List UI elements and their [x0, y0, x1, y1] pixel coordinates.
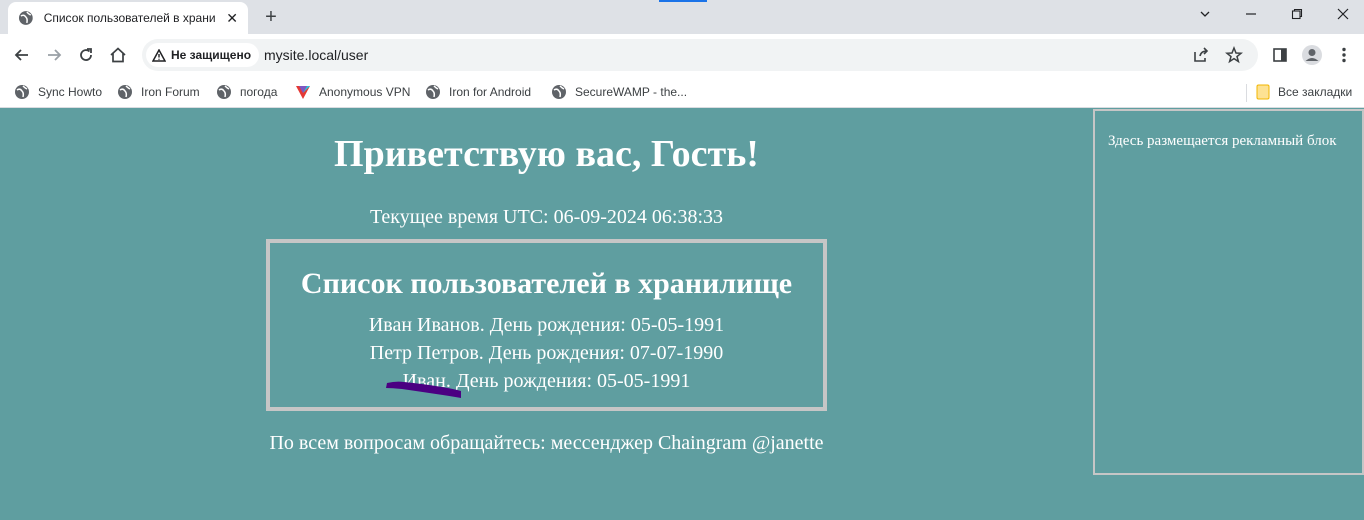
more-vert-icon: [1342, 47, 1346, 63]
greeting-heading: Приветствую вас, Гость!: [334, 133, 759, 175]
all-bookmarks-label: Все закладки: [1278, 85, 1353, 99]
bookmark-securewamp[interactable]: SecureWAMP - the...: [551, 82, 687, 102]
warning-icon: [152, 48, 166, 62]
tab-strip: Список пользователей в храни ✕ +: [0, 0, 1364, 34]
bookmark-label: Sync Howto: [38, 85, 103, 99]
chevron-down-icon[interactable]: [1190, 4, 1220, 26]
reload-button[interactable]: [74, 43, 98, 67]
bookmark-iron-for-android[interactable]: Iron for Android: [425, 82, 531, 102]
ad-block-text: Здесь размещается рекламный блок: [1108, 133, 1337, 149]
tab-title: Список пользователей в храни: [43, 11, 216, 25]
arrow-left-icon: [14, 49, 28, 61]
bookmark-label: погода: [240, 85, 278, 99]
user-list-box: Список пользователей в хранилище Иван Ив…: [266, 239, 827, 411]
close-window-icon[interactable]: [1328, 4, 1358, 26]
bookmark-label: Anonymous VPN: [319, 85, 411, 99]
page-content: Приветствую вас, Гость! Текущее время UT…: [0, 109, 1364, 520]
home-button[interactable]: [106, 43, 130, 67]
address-bar[interactable]: Не защищено mysite.local/user: [142, 39, 1258, 71]
side-panel-icon: [1273, 48, 1287, 62]
forward-button[interactable]: [42, 43, 66, 67]
side-panel-button[interactable]: [1268, 43, 1292, 67]
bookmark-label: Iron Forum: [141, 85, 200, 99]
bookmark-label: SecureWAMP - the...: [575, 85, 688, 99]
contact-footer: По всем вопросам обращайтесь: мессенджер…: [269, 432, 824, 454]
globe-icon: [217, 85, 231, 99]
list-item: Иван Иванов. День рождения: 05-05-1991: [368, 314, 725, 336]
bookmarks-bar: Sync Howto Iron Forum погода Anonymous V…: [0, 76, 1364, 108]
share-icon[interactable]: [1192, 46, 1210, 64]
folder-icon: [1256, 84, 1270, 100]
globe-icon: [18, 11, 33, 25]
star-icon[interactable]: [1225, 46, 1243, 64]
reload-icon: [80, 48, 92, 61]
vpn-icon: [296, 86, 310, 99]
url-text[interactable]: mysite.local/user: [264, 47, 368, 63]
tab-strip-accent: [659, 0, 707, 2]
bookmark-sync-howto[interactable]: Sync Howto: [14, 82, 102, 102]
bookmarks-divider: [1246, 84, 1247, 102]
minimize-icon[interactable]: [1236, 4, 1266, 26]
bookmark-anonymous-vpn[interactable]: Anonymous VPN: [295, 82, 410, 102]
globe-icon: [552, 85, 566, 99]
new-tab-button[interactable]: +: [260, 6, 282, 28]
user-list: Иван Иванов. День рождения: 05-05-1991 П…: [270, 311, 823, 395]
avatar-icon: [1302, 45, 1322, 65]
all-bookmarks-button[interactable]: Все закладки: [1256, 82, 1352, 102]
list-item: Иван. День рождения: 05-05-1991: [402, 370, 691, 392]
list-item: Петр Петров. День рождения: 07-07-1990: [369, 342, 724, 364]
home-icon: [110, 47, 126, 63]
arrow-right-icon: [48, 49, 62, 61]
current-time: Текущее время UTC: 06-09-2024 06:38:33: [369, 206, 724, 228]
user-list-title: Список пользователей в хранилище: [300, 267, 793, 300]
browser-tab[interactable]: Список пользователей в храни ✕: [8, 2, 248, 34]
menu-button[interactable]: [1332, 43, 1356, 67]
restore-icon[interactable]: [1282, 4, 1312, 26]
profile-button[interactable]: [1300, 43, 1324, 67]
scribble-mark: [386, 381, 461, 398]
security-label: Не защищено: [171, 48, 252, 62]
ad-block: Здесь размещается рекламный блок: [1093, 109, 1364, 475]
globe-icon: [15, 85, 29, 99]
globe-icon: [118, 85, 132, 99]
security-chip[interactable]: Не защищено: [146, 43, 260, 67]
bookmark-label: Iron for Android: [449, 85, 532, 99]
globe-icon: [426, 85, 440, 99]
back-button[interactable]: [10, 43, 34, 67]
close-tab-icon[interactable]: ✕: [226, 10, 238, 27]
bookmark-pogoda[interactable]: погода: [216, 82, 277, 102]
bookmark-iron-forum[interactable]: Iron Forum: [117, 82, 200, 102]
browser-toolbar: Не защищено mysite.local/user: [0, 34, 1364, 76]
